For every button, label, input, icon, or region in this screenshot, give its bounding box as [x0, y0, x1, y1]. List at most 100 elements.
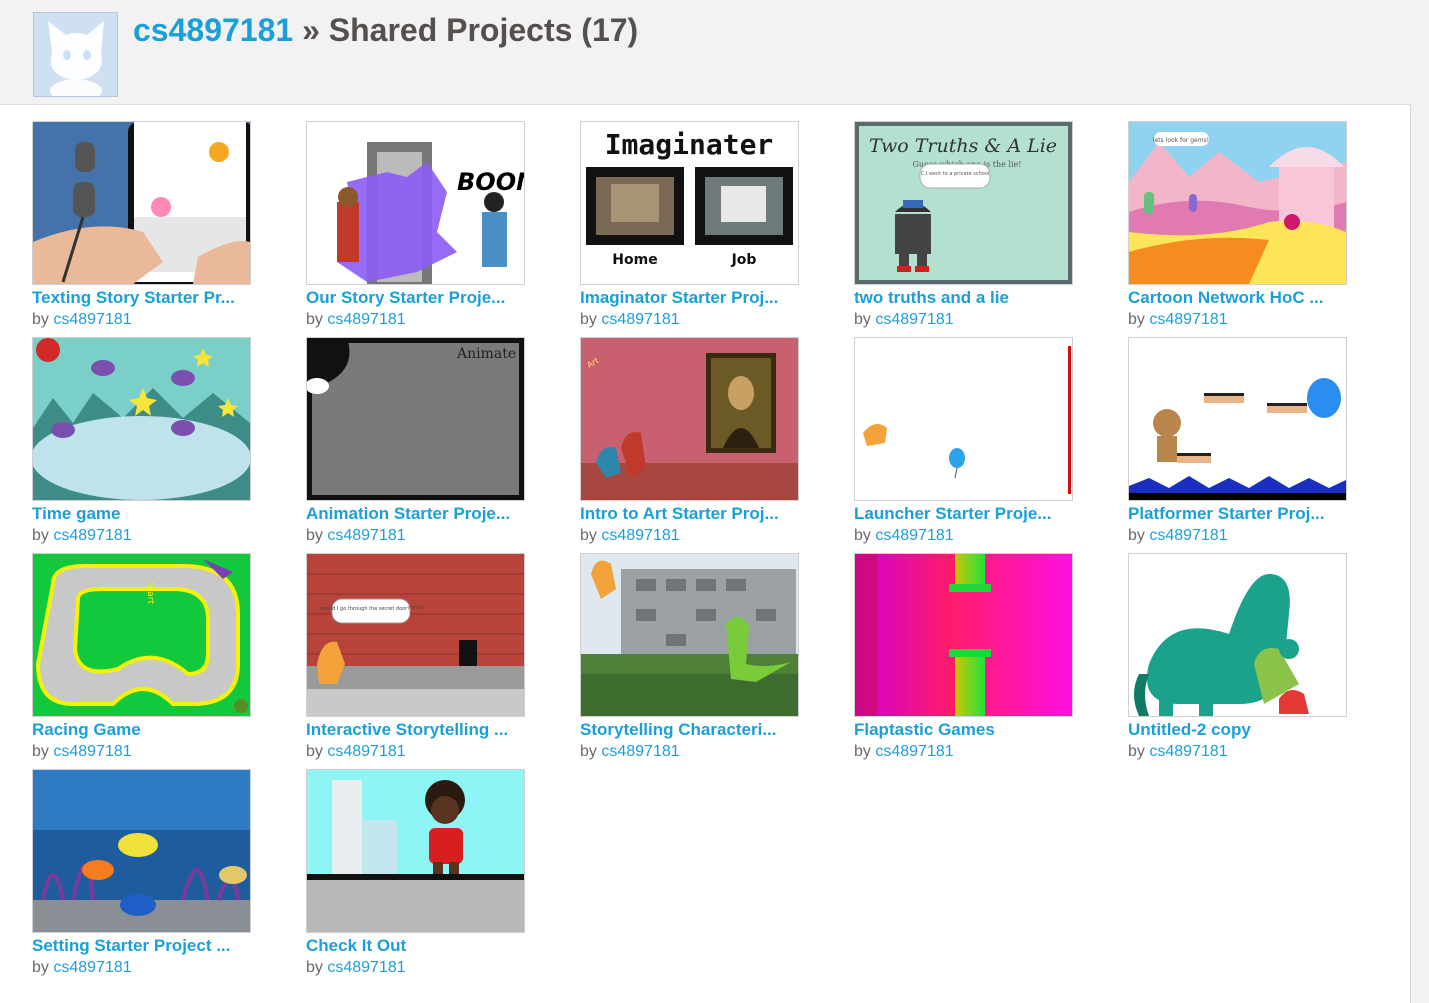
by-label: by — [32, 527, 49, 544]
project-card: Texting Story Starter Pr... by cs4897181 — [32, 121, 251, 337]
intro-to-art-thumbnail: Art — [581, 338, 798, 500]
project-title-link[interactable]: Texting Story Starter Pr... — [32, 288, 254, 308]
project-thumbnail[interactable] — [32, 121, 251, 285]
truths-bubble: C.I went to a private school — [921, 171, 990, 177]
author-link[interactable]: cs4897181 — [53, 311, 131, 328]
author-link[interactable]: cs4897181 — [601, 311, 679, 328]
setting-starter-thumbnail — [33, 770, 250, 932]
project-title-link[interactable]: Flaptastic Games — [854, 720, 1076, 740]
page-panel: cs4897181 » Shared Projects (17) Texting… — [0, 0, 1411, 1003]
author-link[interactable]: cs4897181 — [327, 743, 405, 760]
project-thumbnail[interactable] — [854, 337, 1073, 501]
project-title-link[interactable]: Cartoon Network HoC ... — [1128, 288, 1350, 308]
project-byline: by cs4897181 — [580, 742, 799, 761]
by-label: by — [580, 743, 597, 760]
project-title-link[interactable]: Our Story Starter Proje... — [306, 288, 528, 308]
project-card: Start Racing Game by cs4897181 — [32, 553, 251, 769]
project-thumbnail[interactable] — [1128, 337, 1347, 501]
title-separator: » — [293, 12, 329, 48]
project-title-link[interactable]: Check It Out — [306, 936, 528, 956]
author-link[interactable]: cs4897181 — [1149, 311, 1227, 328]
project-card: Platformer Starter Proj... by cs4897181 — [1128, 337, 1347, 553]
launcher-thumbnail — [855, 338, 1072, 500]
check-it-out-thumbnail — [307, 770, 524, 932]
project-title-link[interactable]: Storytelling Characteri... — [580, 720, 802, 740]
project-byline: by cs4897181 — [32, 958, 251, 977]
project-title-link[interactable]: Imaginator Starter Proj... — [580, 288, 802, 308]
storytelling-characters-thumbnail — [581, 554, 798, 716]
author-link[interactable]: cs4897181 — [53, 527, 131, 544]
our-story-thumbnail: BOOM — [307, 122, 524, 284]
two-truths-thumbnail: Two Truths & A Lie Guess which one is th… — [855, 122, 1072, 284]
project-thumbnail[interactable] — [854, 553, 1073, 717]
author-link[interactable]: cs4897181 — [53, 959, 131, 976]
author-link[interactable]: cs4897181 — [875, 311, 953, 328]
project-card: Animate Animation Starter Proje... by cs… — [306, 337, 525, 553]
project-title-link[interactable]: Interactive Storytelling ... — [306, 720, 528, 740]
page-title: cs4897181 » Shared Projects (17) — [133, 12, 638, 49]
project-title-link[interactable]: Platformer Starter Proj... — [1128, 504, 1350, 524]
project-title-link[interactable]: two truths and a lie — [854, 288, 1076, 308]
by-label: by — [32, 311, 49, 328]
project-card: Setting Starter Project ... by cs4897181 — [32, 769, 251, 985]
project-thumbnail[interactable]: should I go through the secret door?????… — [306, 553, 525, 717]
project-byline: by cs4897181 — [854, 526, 1073, 545]
project-byline: by cs4897181 — [32, 526, 251, 545]
project-thumbnail[interactable] — [1128, 553, 1347, 717]
author-link[interactable]: cs4897181 — [1149, 743, 1227, 760]
project-title-link[interactable]: Launcher Starter Proje... — [854, 504, 1076, 524]
cat-avatar-icon — [34, 13, 117, 96]
project-title-link[interactable]: Racing Game — [32, 720, 254, 740]
project-title-link[interactable]: Untitled-2 copy — [1128, 720, 1350, 740]
project-card: Untitled-2 copy by cs4897181 — [1128, 553, 1347, 769]
author-link[interactable]: cs4897181 — [53, 743, 131, 760]
by-label: by — [854, 743, 871, 760]
by-label: by — [580, 311, 597, 328]
author-link[interactable]: cs4897181 — [601, 743, 679, 760]
project-byline: by cs4897181 — [1128, 310, 1347, 329]
project-thumbnail[interactable] — [580, 553, 799, 717]
project-card: Flaptastic Games by cs4897181 — [854, 553, 1073, 769]
imaginator-heading: Imaginater — [605, 128, 774, 161]
username-link[interactable]: cs4897181 — [133, 12, 293, 48]
project-card: Art Intro to Art Starter Proj... by cs48… — [580, 337, 799, 553]
project-thumbnail[interactable] — [32, 769, 251, 933]
project-card: Check It Out by cs4897181 — [306, 769, 525, 985]
project-card: Launcher Starter Proje... by cs4897181 — [854, 337, 1073, 553]
project-thumbnail[interactable]: Imaginater Home Job — [580, 121, 799, 285]
author-link[interactable]: cs4897181 — [1149, 527, 1227, 544]
project-byline: by cs4897181 — [580, 310, 799, 329]
by-label: by — [306, 527, 323, 544]
author-link[interactable]: cs4897181 — [327, 527, 405, 544]
project-card: Time game by cs4897181 — [32, 337, 251, 553]
project-title-link[interactable]: Animation Starter Proje... — [306, 504, 528, 524]
author-link[interactable]: cs4897181 — [875, 743, 953, 760]
project-thumbnail[interactable]: Start — [32, 553, 251, 717]
project-title-link[interactable]: Setting Starter Project ... — [32, 936, 254, 956]
avatar[interactable] — [33, 12, 118, 97]
project-thumbnail[interactable]: Animate — [306, 337, 525, 501]
door-bubble: should I go through the secret door?????… — [319, 606, 424, 612]
imaginator-job-label: Job — [731, 252, 757, 268]
by-label: by — [1128, 743, 1145, 760]
author-link[interactable]: cs4897181 — [327, 959, 405, 976]
by-label: by — [306, 311, 323, 328]
project-thumbnail[interactable]: lets look for gems! — [1128, 121, 1347, 285]
project-thumbnail[interactable]: Two Truths & A Lie Guess which one is th… — [854, 121, 1073, 285]
project-thumbnail[interactable] — [306, 769, 525, 933]
by-label: by — [32, 743, 49, 760]
interactive-storytelling-thumbnail: should I go through the secret door?????… — [307, 554, 524, 716]
project-title-link[interactable]: Intro to Art Starter Proj... — [580, 504, 802, 524]
project-thumbnail[interactable]: Art — [580, 337, 799, 501]
author-link[interactable]: cs4897181 — [327, 311, 405, 328]
project-thumbnail[interactable] — [32, 337, 251, 501]
flaptastic-thumbnail — [855, 554, 1072, 716]
project-thumbnail[interactable]: BOOM — [306, 121, 525, 285]
project-title-link[interactable]: Time game — [32, 504, 254, 524]
author-link[interactable]: cs4897181 — [875, 527, 953, 544]
author-link[interactable]: cs4897181 — [601, 527, 679, 544]
by-label: by — [306, 959, 323, 976]
by-label: by — [580, 527, 597, 544]
page-header: cs4897181 » Shared Projects (17) — [0, 0, 1411, 105]
project-byline: by cs4897181 — [1128, 742, 1347, 761]
